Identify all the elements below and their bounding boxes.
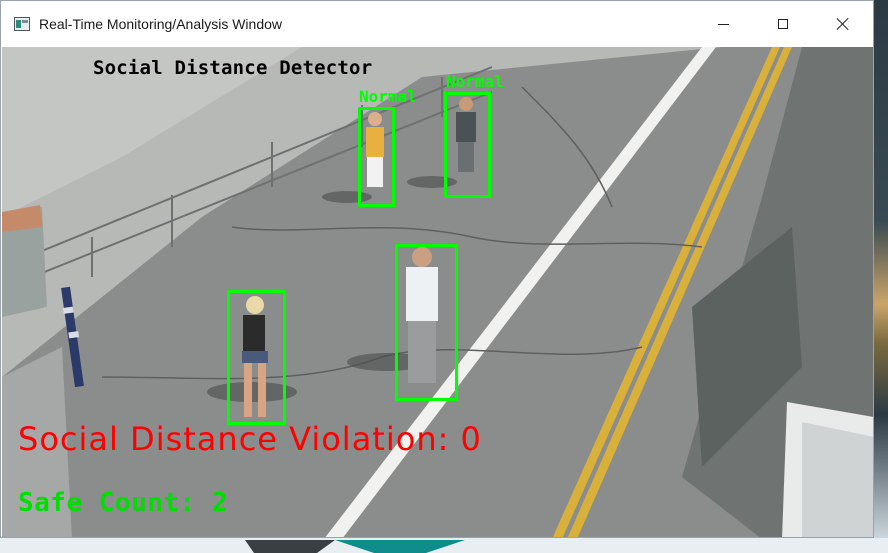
close-icon bbox=[837, 18, 849, 30]
detection-box bbox=[227, 290, 286, 425]
detection-box bbox=[358, 107, 395, 207]
detection-box bbox=[395, 244, 458, 401]
maximize-icon bbox=[778, 19, 788, 29]
violation-counter: Social Distance Violation: 0 bbox=[18, 420, 482, 458]
minimize-button[interactable] bbox=[693, 1, 753, 47]
desktop-background bbox=[874, 0, 888, 553]
video-feed: Social Distance Detector Normal Normal S… bbox=[2, 47, 873, 537]
detector-title: Social Distance Detector bbox=[93, 57, 373, 79]
safe-counter: Safe Count: 2 bbox=[18, 488, 228, 518]
detection-label: Normal bbox=[359, 87, 417, 106]
close-button[interactable] bbox=[813, 1, 873, 47]
minimize-icon bbox=[717, 23, 729, 25]
monitoring-window: Real-Time Monitoring/Analysis Window Soc… bbox=[0, 0, 874, 538]
app-window-icon bbox=[14, 17, 30, 31]
detection-box bbox=[444, 92, 491, 198]
detection-label: Normal bbox=[446, 72, 504, 91]
maximize-button[interactable] bbox=[753, 1, 813, 47]
title-bar[interactable]: Real-Time Monitoring/Analysis Window bbox=[1, 1, 873, 47]
window-controls bbox=[693, 1, 873, 47]
window-title: Real-Time Monitoring/Analysis Window bbox=[39, 16, 283, 32]
